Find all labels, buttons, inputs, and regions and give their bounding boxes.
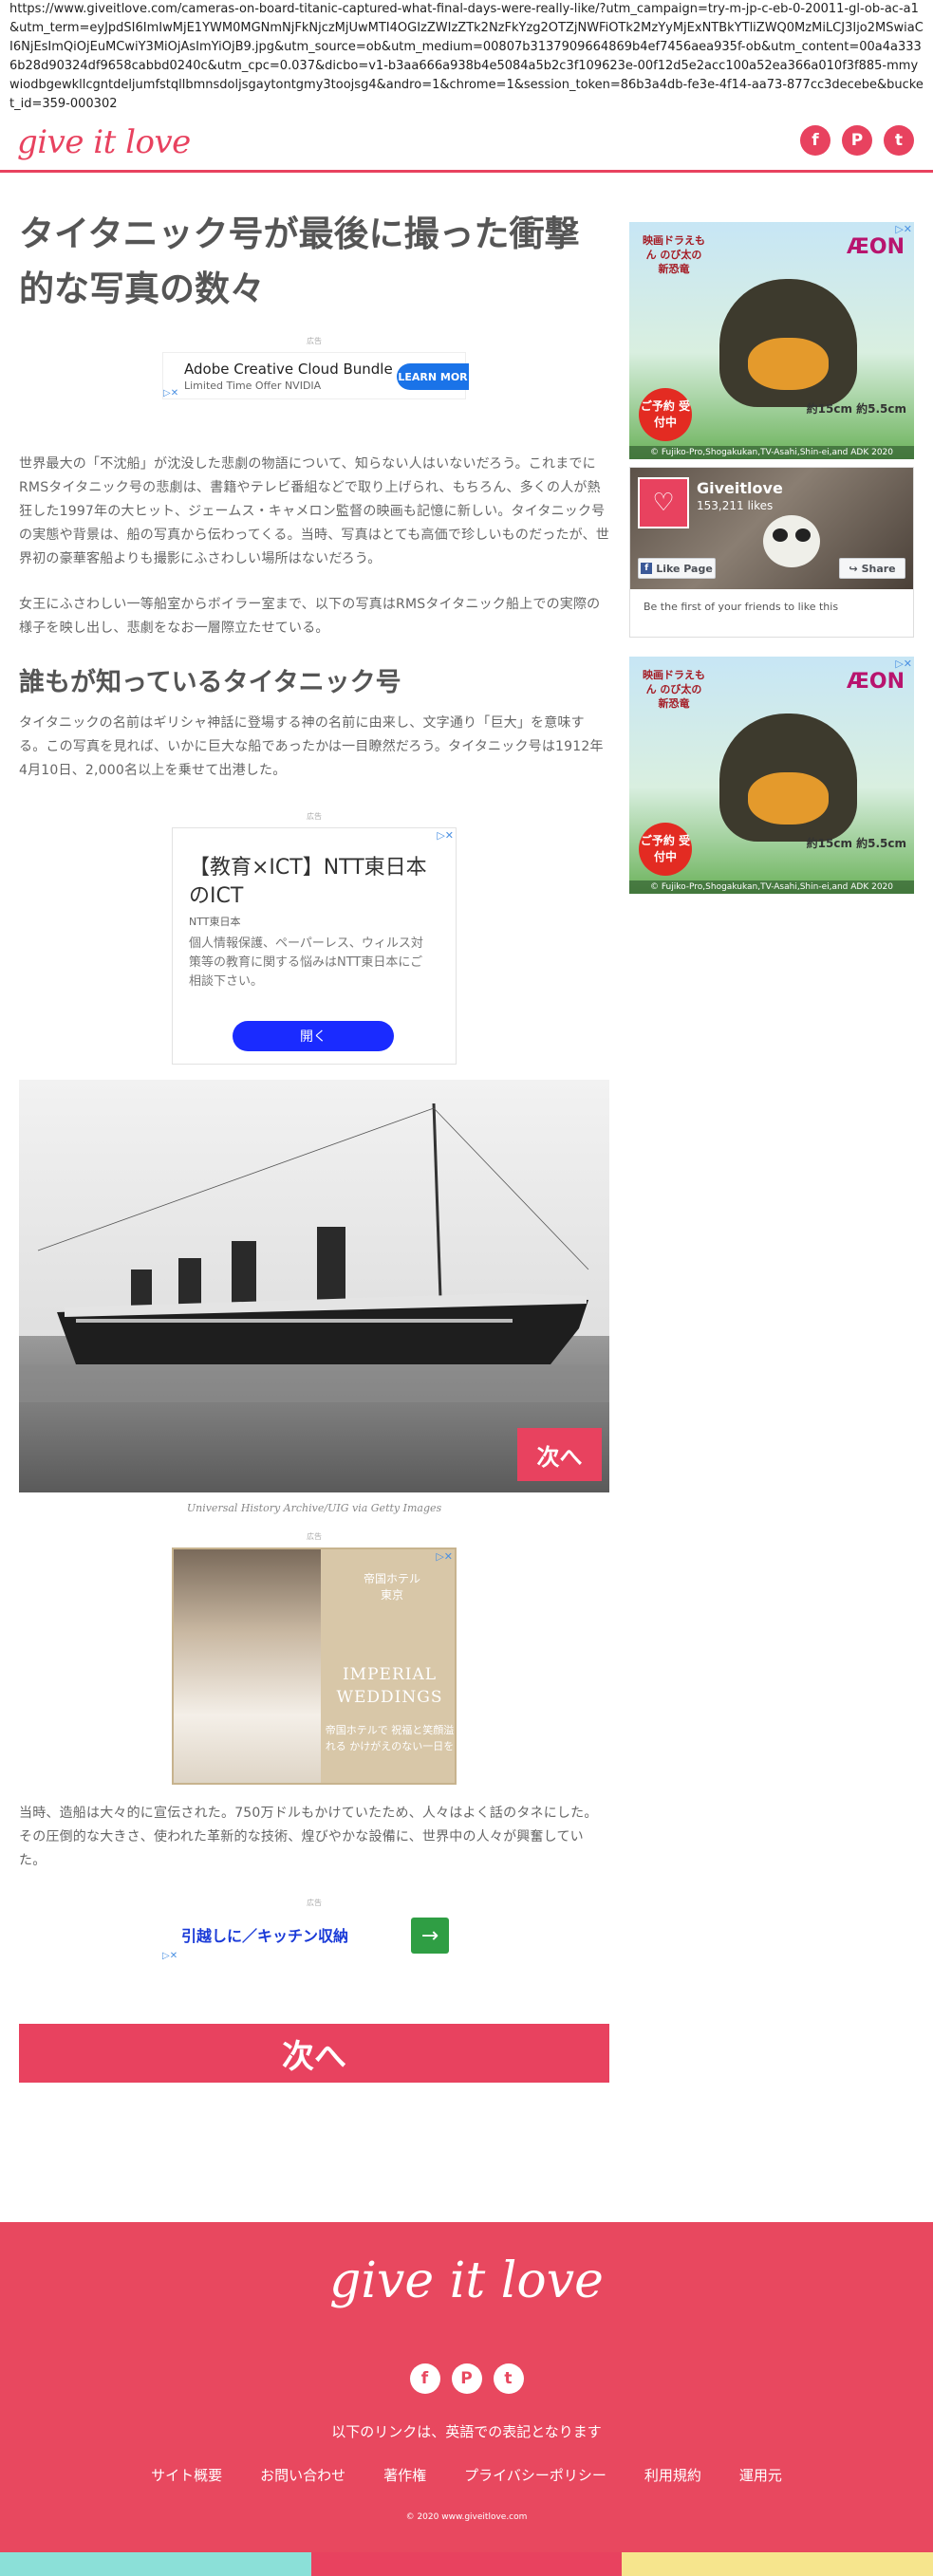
footer-link-privacy[interactable]: プライバシーポリシー: [464, 2465, 606, 2485]
ad-kitchen-text: 引越しに／キッチン収納: [181, 1927, 349, 1945]
ad-imperial-copy: 帝国ホテルで 祝福と笑顔溢れる かけがえのない一日を: [325, 1724, 455, 1752]
ad-label: 広告: [307, 812, 322, 821]
onigiri-image: [719, 279, 857, 407]
ad-aeon-doraemon[interactable]: ▷✕ 映画ドラえもん のび太の新恐竜 ÆON ご予約 受付中 約15cm 約5.…: [629, 222, 914, 459]
intro-paragraph-2: 女王にふさわしい一等船室からボイラー室まで、以下の写真はRMSタイタニック船上で…: [19, 597, 601, 636]
pinterest-icon[interactable]: P: [451, 2363, 482, 2394]
adchoices-icon[interactable]: ▷✕: [437, 829, 454, 842]
ad-adobe-subtitle: Limited Time Offer NVIDIA: [184, 380, 322, 392]
aeon-logo: ÆON: [847, 670, 905, 694]
ad-adobe-banner[interactable]: Adobe Creative Cloud Bundle Limited Time…: [162, 352, 469, 399]
footer-link-contact[interactable]: お問い合わせ: [260, 2465, 345, 2485]
ad-ntt-description: 個人情報保護、ペーパーレス、ウィルス対策等の教育に関する悩みはNTT東日本にご相…: [189, 936, 423, 989]
ad-adobe-title: Adobe Creative Cloud Bundle: [184, 361, 393, 378]
twitter-icon[interactable]: t: [884, 125, 914, 156]
intro-paragraph-1: 世界最大の「不沈船」が沈没した悲劇の物語について、知らない人はいないだろう。これ…: [19, 456, 609, 566]
footer-link-operator[interactable]: 運用元: [739, 2465, 782, 2485]
footer: give it love f P t 以下のリンクは、英語での表記となります サ…: [0, 2222, 933, 2552]
site-header: give it love f P t: [0, 114, 933, 173]
ad-imperial-weddings[interactable]: ▷✕ 帝国ホテル 東京 IMPERIAL WEDDINGS 帝国ホテルで 祝福と…: [172, 1547, 457, 1785]
ad-ntt-headline: 【教育×ICT】NTT東日本のICT: [189, 856, 427, 908]
browser-url[interactable]: https://www.giveitlove.com/cameras-on-bo…: [0, 0, 933, 114]
header-social-icons: f P t: [800, 125, 914, 156]
ad-ntt-brand: NTT東日本: [189, 916, 241, 928]
footer-link-terms[interactable]: 利用規約: [644, 2465, 701, 2485]
ad-label: 広告: [307, 1532, 322, 1541]
sidebar: ▷✕ 映画ドラえもん のび太の新恐竜 ÆON ご予約 受付中 約15cm 約5.…: [629, 173, 914, 894]
adchoices-icon[interactable]: ▷✕: [162, 1951, 177, 1961]
ad-aeon-movie-title: 映画ドラえもん のび太の新恐竜: [643, 234, 705, 275]
site-logo[interactable]: give it love: [17, 123, 191, 161]
ad-wedding-photo: [174, 1549, 321, 1783]
titanic-photo[interactable]: 次へ: [19, 1080, 609, 1492]
article-title: タイタニック号が最後に撮った衝撃的な写真の数々: [19, 213, 580, 309]
ad-aeon-size: 約15cm 約5.5cm: [806, 837, 906, 850]
ad-ntt[interactable]: ▷✕ 【教育×ICT】NTT東日本のICT NTT東日本 個人情報保護、ペーパー…: [172, 827, 457, 1065]
pinterest-icon[interactable]: P: [842, 125, 872, 156]
photo-credit: Universal History Archive/UIG via Getty …: [186, 1502, 442, 1514]
facebook-share-button[interactable]: ↪ Share: [839, 558, 905, 579]
facebook-cover-image[interactable]: ♡ Giveitlove 153,211 likes f Like Page ↪…: [630, 468, 913, 589]
photo-next-button[interactable]: 次へ: [517, 1428, 602, 1481]
facebook-icon[interactable]: f: [800, 125, 830, 156]
ad-aeon-badge: ご予約 受付中: [639, 823, 692, 876]
ad-label: 広告: [307, 1899, 322, 1907]
section-heading: 誰もが知っているタイタニック号: [19, 668, 401, 697]
ad-aeon-copyright: © Fujiko-Pro,Shogakukan,TV-Asahi,Shin-ei…: [629, 880, 914, 894]
facebook-friends-text: Be the first of your friends to like thi…: [644, 601, 839, 613]
ad-aeon-badge: ご予約 受付中: [639, 388, 692, 441]
onigiri-image: [719, 713, 857, 842]
ad-aeon-movie-title: 映画ドラえもん のび太の新恐竜: [643, 669, 705, 710]
aeon-logo: ÆON: [847, 235, 905, 259]
footer-social-icons: f P t: [0, 2363, 933, 2394]
footer-note: 以下のリンクは、英語での表記となります: [331, 2423, 602, 2440]
facebook-like-count: 153,211 likes: [697, 499, 774, 512]
section-paragraph-1: タイタニックの名前はギリシャ神話に登場する神の名前に由来し、文字通り「巨大」を意…: [19, 715, 604, 778]
arrow-right-icon[interactable]: →: [411, 1918, 449, 1954]
adchoices-icon[interactable]: ▷✕: [895, 658, 912, 670]
footer-logo[interactable]: give it love: [0, 2252, 933, 2309]
footer-link-about[interactable]: サイト概要: [151, 2465, 222, 2485]
ad-aeon-size: 約15cm 約5.5cm: [806, 402, 906, 416]
ad-aeon-doraemon-2[interactable]: ▷✕ 映画ドラえもん のび太の新恐竜 ÆON ご予約 受付中 約15cm 約5.…: [629, 657, 914, 894]
adchoices-icon[interactable]: ▷✕: [895, 223, 912, 235]
facebook-icon[interactable]: f: [409, 2363, 440, 2394]
ad-kitchen-banner[interactable]: 引越しに／キッチン収納 → ▷✕: [162, 1914, 466, 1961]
like-page-label: Like Page: [656, 562, 713, 575]
next-page-button[interactable]: 次へ: [19, 2024, 609, 2083]
share-icon: ↪: [849, 562, 858, 575]
footer-links: サイト概要 お問い合わせ 著作権 プライバシーポリシー 利用規約 運用元: [0, 2465, 933, 2485]
facebook-page-name[interactable]: Giveitlove: [697, 479, 783, 497]
facebook-icon: f: [641, 563, 653, 574]
section-paragraph-2: 当時、造船は大々的に宣伝された。750万ドルもかけていたため、人々はよく話のタネ…: [19, 1806, 598, 1868]
ad-aeon-copyright: © Fujiko-Pro,Shogakukan,TV-Asahi,Shin-ei…: [629, 446, 914, 459]
footer-link-copyright[interactable]: 著作権: [383, 2465, 426, 2485]
facebook-page-widget: ♡ Giveitlove 153,211 likes f Like Page ↪…: [629, 467, 914, 638]
ad-label: 広告: [307, 337, 322, 345]
twitter-icon[interactable]: t: [493, 2363, 524, 2394]
ad-imperial-title: IMPERIAL WEDDINGS: [336, 1665, 443, 1707]
ad-ntt-open-button[interactable]: 開く: [233, 1021, 394, 1051]
ad-imperial-hotel-logo: 帝国ホテル 東京: [364, 1572, 421, 1602]
article: タイタニック号が最後に撮った衝撃的な写真の数々 広告 Adobe Creativ…: [19, 173, 609, 2083]
footer-copyright: © 2020 www.giveitlove.com: [405, 2512, 528, 2522]
adchoices-icon[interactable]: ▷✕: [163, 388, 178, 398]
ad-adobe-learn-more-button[interactable]: LEARN MOR: [397, 363, 469, 390]
heart-icon[interactable]: ♡: [638, 477, 689, 528]
adchoices-icon[interactable]: ▷✕: [436, 1550, 453, 1563]
panda-image: [763, 515, 820, 567]
facebook-like-page-button[interactable]: f Like Page: [638, 558, 716, 579]
share-label: Share: [861, 562, 896, 575]
page-layout: タイタニック号が最後に撮った衝撃的な写真の数々 広告 Adobe Creativ…: [0, 173, 933, 2571]
